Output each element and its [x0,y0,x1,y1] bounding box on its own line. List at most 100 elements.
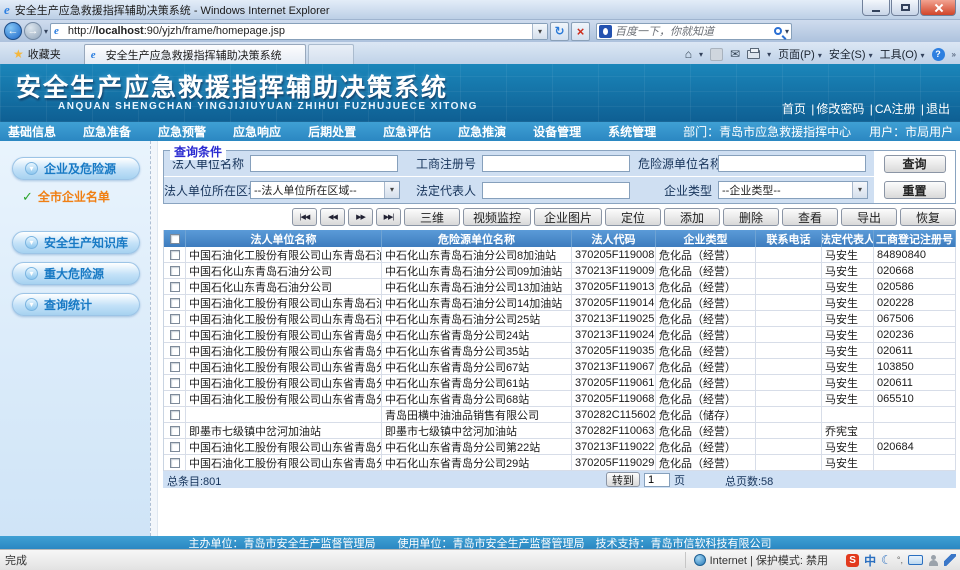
toolbar-button[interactable]: 定位 [605,208,661,226]
mail-icon[interactable]: ✉ [730,47,740,61]
command-button[interactable]: 页面(P) ▾ [778,46,822,62]
menu-item[interactable]: 应急准备 [83,123,131,140]
menu-item[interactable]: 应急预警 [158,123,206,140]
sidebar-group-query-statistics[interactable]: ▾ 查询统计 [12,293,140,316]
row-checkbox[interactable] [164,439,186,455]
frame-splitter[interactable] [150,141,158,536]
menu-item[interactable]: 后期处置 [308,123,356,140]
legal-rep-input[interactable] [482,182,630,199]
menu-item[interactable]: 应急响应 [233,123,281,140]
punctuation-icon[interactable]: °, [897,555,903,565]
search-button[interactable]: 查询 [884,155,946,173]
maximize-button[interactable] [891,0,919,16]
table-row[interactable]: 中国石油化工股份有限公司山东省青岛分公司 中石化山东省青岛分公司68站 3702… [164,391,956,407]
toolbar-button[interactable]: 三维 [404,208,460,226]
table-row[interactable]: 中国石油化工股份有限公司山东省青岛分公司 中石化山东省青岛分公司24站 3702… [164,327,956,343]
url-field[interactable]: e http://localhost:90/yjzh/frame/homepag… [50,23,548,40]
table-row[interactable]: 中国石油化工股份有限公司山东省青岛分公司 中石化山东省青岛分公司29站 3702… [164,455,956,471]
home-icon[interactable]: ⌂ [685,47,692,61]
hazard-name-input[interactable] [718,155,866,172]
wrench-icon[interactable] [944,554,956,566]
toolbar-button[interactable]: 企业图片 [534,208,602,226]
search-input[interactable] [615,25,771,37]
row-checkbox[interactable] [164,247,186,263]
refresh-button[interactable]: ↻ [550,22,569,41]
row-checkbox[interactable] [164,263,186,279]
table-row[interactable]: 中国石化山东青岛石油分公司 中石化山东青岛石油分公司13加油站 370205F1… [164,279,956,295]
corp-name-input[interactable] [250,155,398,172]
select-all-checkbox[interactable] [164,230,186,247]
menu-item[interactable]: 基础信息 [8,123,56,140]
back-button[interactable]: ← [4,22,22,40]
table-row[interactable]: 中国石化山东青岛石油分公司 中石化山东青岛石油分公司09加油站 370213F1… [164,263,956,279]
url-dropdown-icon[interactable]: ▾ [532,24,547,39]
tab-active[interactable]: e 安全生产应急救援指挥辅助决策系统 [84,44,306,64]
pager-button[interactable]: ◀◀ [320,208,345,226]
forward-button[interactable]: → [24,22,42,40]
home-dropdown-icon[interactable]: ▾ [699,50,703,59]
moon-icon[interactable]: ☾ [881,553,892,567]
toolbar-button[interactable]: 视频监控 [463,208,531,226]
minimize-button[interactable] [862,0,890,16]
close-button[interactable] [920,0,956,16]
row-checkbox[interactable] [164,327,186,343]
toolbar-button[interactable]: 添加 [664,208,720,226]
sidebar-group-knowledge-base[interactable]: ▾ 安全生产知识库 [12,231,140,254]
page-number-input[interactable] [644,473,670,487]
row-checkbox[interactable] [164,407,186,423]
search-icon[interactable] [774,27,782,35]
help-icon[interactable]: ? [932,48,945,61]
header-link[interactable]: CA注册 [864,102,915,116]
table-row[interactable]: 中国石油化工股份有限公司山东青岛石油分公司 中石化山东青岛石油分公司14加油站 … [164,295,956,311]
sogou-icon[interactable]: S [846,554,859,567]
stop-button[interactable]: × [571,22,590,41]
table-row[interactable]: 中国石油化工股份有限公司山东青岛石油分公司 中石化山东青岛石油分公司25站 37… [164,311,956,327]
row-checkbox[interactable] [164,455,186,471]
print-icon[interactable] [747,50,760,59]
header-link[interactable]: 退出 [916,102,950,116]
table-row[interactable]: 中国石油化工股份有限公司山东省青岛分公司 中石化山东省青岛分公司61站 3702… [164,375,956,391]
row-checkbox[interactable] [164,311,186,327]
keyboard-icon[interactable] [908,555,923,565]
goto-page-button[interactable]: 转到 [606,472,640,487]
print-dropdown-icon[interactable]: ▾ [767,50,771,59]
reg-no-input[interactable] [482,155,630,172]
row-checkbox[interactable] [164,295,186,311]
search-dropdown-icon[interactable]: ▾ [785,27,789,36]
row-checkbox[interactable] [164,343,186,359]
row-checkbox[interactable] [164,423,186,439]
new-tab-button[interactable] [308,44,354,64]
header-link[interactable]: 修改密码 [806,102,864,116]
table-row[interactable]: 即墨市七级镇中岔河加油站 即墨市七级镇中岔河加油站 370282F110063 … [164,423,956,439]
table-row[interactable]: 中国石油化工股份有限公司山东省青岛分公司 中石化山东省青岛分公司第22站 370… [164,439,956,455]
pager-button[interactable]: ▶▶ [348,208,373,226]
row-checkbox[interactable] [164,279,186,295]
command-button[interactable]: 工具(O) ▾ [880,46,925,62]
ime-language-icon[interactable]: 中 [864,552,876,569]
toolbar-button[interactable]: 恢复 [900,208,956,226]
table-row[interactable]: 中国石油化工股份有限公司山东青岛石油分公司 中石化山东青岛石油分公司8加油站 3… [164,247,956,263]
reset-button[interactable]: 重置 [884,181,946,199]
row-checkbox[interactable] [164,375,186,391]
feeds-icon[interactable] [710,48,723,61]
sidebar-group-major-hazard[interactable]: ▾ 重大危险源 [12,262,140,285]
sidebar-group-enterprise-hazard[interactable]: ▾ 企业及危险源 [12,157,140,180]
region-select[interactable]: --法人单位所在区域--▾ [250,181,400,199]
toolbar-button[interactable]: 导出 [841,208,897,226]
menu-item[interactable]: 设备管理 [533,123,581,140]
overflow-icon[interactable]: » [952,50,956,59]
menu-item[interactable]: 系统管理 [608,123,656,140]
toolbar-button[interactable]: 查看 [782,208,838,226]
table-row[interactable]: 中国石油化工股份有限公司山东省青岛分公司 中石化山东省青岛分公司35站 3702… [164,343,956,359]
command-button[interactable]: 安全(S) ▾ [829,46,873,62]
row-checkbox[interactable] [164,391,186,407]
table-row[interactable]: 中国石油化工股份有限公司山东省青岛分公司 中石化山东省青岛分公司67站 3702… [164,359,956,375]
table-row[interactable]: 青岛田横中油油品销售有限公司 370282C115602 危化品（储存） [164,407,956,423]
row-checkbox[interactable] [164,359,186,375]
corp-type-select[interactable]: --企业类型--▾ [718,181,868,199]
sidebar-item-city-enterprise-list[interactable]: ✓ 全市企业名单 [22,188,150,205]
pager-button[interactable]: ▶▶| [376,208,401,226]
menu-item[interactable]: 应急推演 [458,123,506,140]
history-dropdown-icon[interactable]: ▾ [44,27,48,36]
menu-item[interactable]: 应急评估 [383,123,431,140]
